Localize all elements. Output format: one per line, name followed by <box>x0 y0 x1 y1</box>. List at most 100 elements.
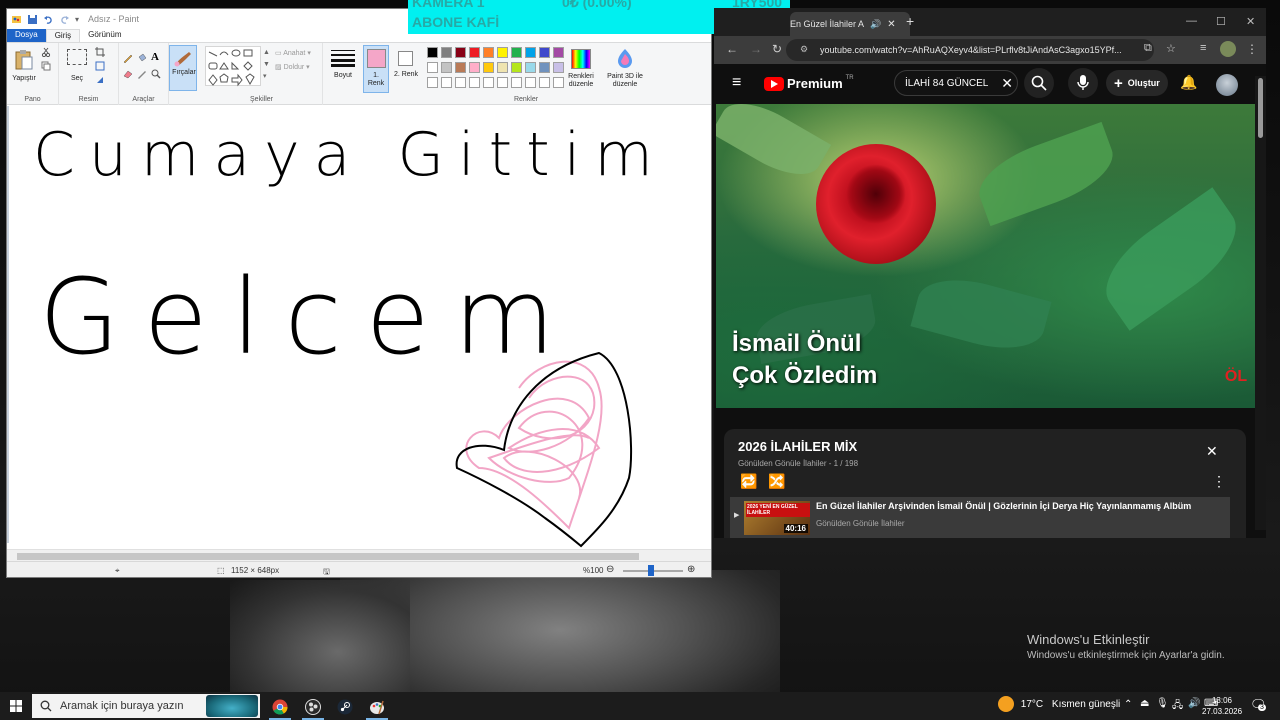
youtube-logo[interactable]: Premium TR <box>764 75 854 91</box>
guide-menu-icon[interactable]: ≡ <box>732 74 741 92</box>
text-tool-icon[interactable]: A <box>151 51 161 63</box>
media-controls-icon[interactable]: ≡ <box>1200 42 1206 54</box>
new-tab-icon[interactable]: + <box>906 13 914 29</box>
palette-swatch[interactable] <box>441 47 452 58</box>
playlist-item-thumbnail[interactable]: 2026 YENİ EN GÜZEL İLAHİLER 40:16 <box>744 501 810 535</box>
palette-swatch[interactable] <box>511 62 522 73</box>
site-info-icon[interactable]: ⚙ <box>800 44 808 55</box>
search-clear-icon[interactable]: ✕ <box>1001 75 1013 92</box>
show-hidden-icons-chevron[interactable]: ⌃ <box>1124 699 1132 710</box>
youtube-search-input[interactable]: İLAHİ 84 GÜNCEL ✕ <box>894 70 1018 96</box>
outline-dropdown[interactable]: ▭ Anahat ▾ <box>275 49 311 57</box>
network-icon[interactable]: 🖧 <box>1172 698 1183 715</box>
voice-search-button[interactable] <box>1068 68 1098 98</box>
create-button[interactable]: + Oluştur <box>1106 70 1168 96</box>
playlist-close-icon[interactable]: ✕ <box>1206 443 1218 460</box>
window-close-icon[interactable]: ✕ <box>1246 15 1255 28</box>
tab-file[interactable]: Dosya <box>7 29 46 42</box>
taskbar-obs[interactable] <box>298 694 328 720</box>
browser-tab-active[interactable]: En Güzel İlahiler Arşivinden 🔊 ✕ <box>790 12 910 36</box>
eraser-icon[interactable] <box>123 69 133 79</box>
fill-bucket-icon[interactable] <box>137 53 147 63</box>
save-icon[interactable] <box>27 14 38 25</box>
notification-center-button[interactable]: 🗨 3 <box>1250 697 1267 713</box>
size-button[interactable]: Boyut <box>327 47 359 89</box>
page-scroll-thumb[interactable] <box>1258 78 1263 138</box>
palette-swatch[interactable] <box>483 62 494 73</box>
palette-custom-swatch[interactable] <box>469 77 480 88</box>
chrome-menu-icon[interactable]: ⋮ <box>1246 42 1258 56</box>
palette-custom-swatch[interactable] <box>483 77 494 88</box>
paint3d-button[interactable]: Paint 3D ile düzenle <box>603 47 647 91</box>
bookmark-star-icon[interactable]: ☆ <box>1166 42 1176 55</box>
crop-icon[interactable] <box>95 47 105 57</box>
video-player[interactable]: İsmail Önül Çok Özledim ÖL <box>716 104 1257 408</box>
search-highlight-image[interactable] <box>206 695 258 717</box>
scroll-thumb[interactable] <box>17 553 639 560</box>
color2-button[interactable]: 2. Renk <box>393 45 419 93</box>
playlist-title[interactable]: 2026 İLAHİLER MİX <box>738 439 857 454</box>
customize-quick-access-icon[interactable]: ▾ <box>75 15 79 24</box>
taskbar-steam[interactable] <box>330 694 360 720</box>
forward-icon[interactable]: → <box>750 42 762 56</box>
edit-colors-button[interactable]: Renkleri düzenle <box>563 47 599 91</box>
maximize-icon[interactable]: ☐ <box>1216 15 1226 28</box>
palette-custom-swatch[interactable] <box>539 77 550 88</box>
palette-swatch[interactable] <box>483 47 494 58</box>
taskbar-search-input[interactable]: Aramak için buraya yazın <box>32 694 260 718</box>
minimize-icon[interactable]: — <box>1186 15 1197 27</box>
shapes-scroll[interactable]: ▲ ▼ ▾ <box>263 47 270 83</box>
palette-swatch[interactable] <box>539 62 550 73</box>
undo-icon[interactable] <box>43 14 54 25</box>
clock[interactable]: 13:06 27.03.2026 <box>1202 695 1242 717</box>
drawing-canvas[interactable]: Cumaya Gittim Gelcem <box>9 106 711 548</box>
volume-icon[interactable]: 🔊 <box>1188 698 1200 709</box>
zoom-out-icon[interactable]: ⊖ <box>606 564 614 575</box>
shuffle-icon[interactable]: 🔀 <box>768 473 785 490</box>
search-button[interactable] <box>1024 68 1054 98</box>
palette-custom-swatch[interactable] <box>441 77 452 88</box>
palette-swatch[interactable] <box>539 47 550 58</box>
color-picker-icon[interactable] <box>137 69 147 79</box>
palette-custom-swatch[interactable] <box>511 77 522 88</box>
taskbar-paint[interactable] <box>362 694 392 720</box>
palette-swatch[interactable] <box>497 47 508 58</box>
palette-custom-swatch[interactable] <box>427 77 438 88</box>
paste-button[interactable]: Yapıştır <box>11 47 37 87</box>
palette-swatch[interactable] <box>455 47 466 58</box>
weather-widget[interactable]: 17°C Kısmen güneşli <box>998 696 1120 712</box>
microphone-tray-icon[interactable]: 🎙 <box>1156 698 1169 709</box>
color1-button[interactable]: 1. Renk <box>363 45 389 93</box>
palette-swatch[interactable] <box>525 62 536 73</box>
windows-start-icon[interactable] <box>10 700 22 712</box>
pencil-icon[interactable] <box>123 53 133 63</box>
palette-swatch[interactable] <box>427 62 438 73</box>
copy-icon[interactable] <box>41 61 51 71</box>
resize-icon[interactable] <box>95 61 105 71</box>
rotate-icon[interactable] <box>95 75 105 85</box>
select-button[interactable]: Seç <box>63 47 91 87</box>
taskbar-chrome[interactable] <box>265 694 295 720</box>
palette-swatch[interactable] <box>455 62 466 73</box>
palette-swatch[interactable] <box>525 47 536 58</box>
palette-swatch[interactable] <box>441 62 452 73</box>
palette-custom-swatch[interactable] <box>497 77 508 88</box>
notifications-bell-icon[interactable]: 🔔 <box>1180 74 1197 91</box>
loop-icon[interactable]: 🔁 <box>740 473 757 490</box>
fill-dropdown[interactable]: ▨ Doldur ▾ <box>275 63 310 71</box>
tab-home[interactable]: Giriş <box>45 29 81 42</box>
zoom-slider-thumb[interactable] <box>648 565 654 576</box>
back-icon[interactable]: ← <box>726 42 738 56</box>
tab-close-icon[interactable]: ✕ <box>887 19 895 30</box>
profile-avatar[interactable] <box>1220 41 1236 57</box>
tab-view[interactable]: Görünüm <box>80 29 129 42</box>
browser-page-scrollbar[interactable] <box>1255 76 1266 530</box>
zoom-in-icon[interactable]: ⊕ <box>687 564 695 575</box>
playlist-more-icon[interactable]: ⋮ <box>1212 473 1226 490</box>
shapes-gallery[interactable] <box>205 46 261 87</box>
palette-custom-swatch[interactable] <box>455 77 466 88</box>
brushes-button[interactable]: Fırçalar <box>169 45 197 91</box>
palette-custom-swatch[interactable] <box>525 77 536 88</box>
paint-window[interactable]: ▾ Adsız - Paint Dosya Giriş Görünüm Yapı… <box>6 8 712 578</box>
palette-swatch[interactable] <box>469 62 480 73</box>
